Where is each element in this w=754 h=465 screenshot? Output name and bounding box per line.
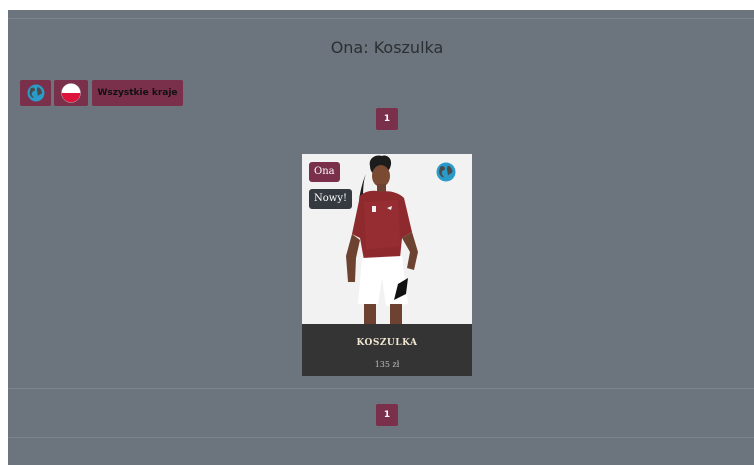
page-title: Ona: Koszulka xyxy=(330,38,444,57)
filter-all-countries-label: Wszystkie kraje xyxy=(97,88,178,98)
pagination-bottom-page-1[interactable]: 1 xyxy=(376,404,398,426)
product-new-badge: Nowy! xyxy=(309,189,352,209)
content-panel: Ona: Koszulka Wszystkie kraje 1 Ona Nowy… xyxy=(8,10,754,465)
product-name[interactable]: KOSZULKA xyxy=(302,338,472,348)
filter-world-button[interactable] xyxy=(20,80,51,106)
filter-all-countries-button[interactable]: Wszystkie kraje xyxy=(92,80,183,106)
product-image[interactable]: Ona Nowy! xyxy=(302,154,472,324)
divider xyxy=(8,437,754,438)
globe-icon xyxy=(436,162,456,182)
divider xyxy=(8,18,754,19)
poland-flag-icon xyxy=(61,83,81,103)
product-card[interactable]: Ona Nowy! KOSZULKA 135 zł xyxy=(302,154,472,376)
pagination-top-page-1[interactable]: 1 xyxy=(376,108,398,130)
filter-poland-button[interactable] xyxy=(54,80,88,106)
product-gender-badge: Ona xyxy=(309,162,340,182)
product-price: 135 zł xyxy=(374,360,400,369)
divider xyxy=(8,388,754,389)
globe-icon xyxy=(27,84,44,102)
